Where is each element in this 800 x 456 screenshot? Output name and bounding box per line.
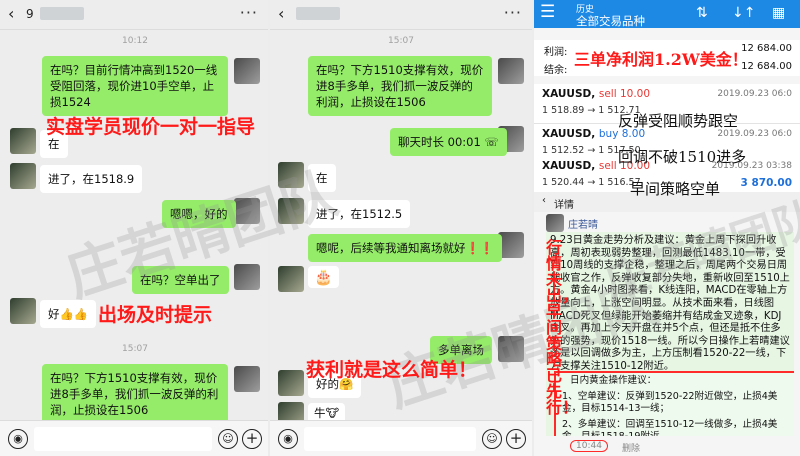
trade-profit: 3 870.00 [740,177,792,189]
annotation-exit-prompt: 出场及时提示 [98,304,213,326]
contact-name: 9 [26,7,34,21]
voice-icon[interactable]: ◉ [8,429,28,449]
annotation-simple: 获利就是这么简单！ [306,359,478,381]
emoji-icon[interactable]: ☺ [218,429,238,449]
message-input[interactable] [34,427,212,451]
header-title: 全部交易品种 [576,14,645,28]
message-input[interactable] [304,427,476,451]
profit-value: 12 684.00 [741,43,792,54]
avatar [10,163,36,189]
timestamp: 15:07 [388,36,414,46]
avatar [498,336,524,362]
message-bubble[interactable]: 在吗？下方1510支撑有效，现价进8手多单，我们抓一波反弹的利润，止损设在150… [42,364,228,424]
avatar [10,128,36,154]
message-bubble[interactable]: 在 [308,164,336,192]
strategy-long: 2、多单建议：回调至1510-12一线做多，止损4美金，目标1518-19附近。 [562,419,778,436]
trade-direction: sell 10.00 [598,88,651,100]
input-bar: ◉ ☺ + [270,420,532,456]
more-icon[interactable]: ··· [240,3,258,22]
chat-panel-2: ‹ ··· 15:07 在吗？下方1510支撑有效，现价进8手多单，我们抓一波反… [270,0,532,456]
message-bubble[interactable]: 在吗？下方1510支撑有效，现价进8手多单，我们抓一波反弹的利润，止损设在150… [308,56,492,116]
chat-panel-1: ‹ 9 ··· 10:12 在吗？目前行情冲高到1520一线受阻回落，现价进10… [0,0,268,456]
trade-date: 2019.09.23 06:0 [717,89,792,99]
annotation-coaching: 实盘学员现价一对一指导 [46,116,256,138]
calendar-icon[interactable]: ▦ [772,5,785,21]
annotation-strategy-first: 行情未出，早间策略已先行！ [546,238,579,417]
avatar [234,58,260,84]
back-arrow-icon[interactable]: ‹ [278,4,284,23]
strategy-box: 日内黄金操作建议： 1、空单建议：反弹到1520-22附近做空，止损4美金，目标… [554,371,794,436]
author-name: 庄若晴 [568,220,598,231]
avatar [498,58,524,84]
message-bubble[interactable]: 进了，在1518.9 [40,165,143,193]
avatar [546,214,564,232]
symbol-text: XAUUSD, [542,160,596,172]
more-icon[interactable]: ··· [504,3,522,22]
avatar [234,366,260,392]
avatar [234,198,260,224]
emoji-bubble[interactable]: 🎂 [308,266,339,288]
chat-header: ‹ ··· [270,0,532,30]
message-bubble[interactable]: 嗯呢，后续等我通知离场就好❗❗ [308,234,503,262]
symbol-text: XAUUSD, [542,88,596,100]
input-bar: ◉ ☺ + [0,420,268,456]
trade-header: ☰ 历史 全部交易品种 ⇅ ↓↑ ▦ [534,0,800,28]
message-bubble[interactable]: 好👍👍 [40,300,97,328]
annotation-follow-short: 反弹受阻顺势跟空 [618,112,739,130]
post-time: 10:44 [570,440,608,452]
balance-label: 结余: [544,65,568,76]
annotation-net-profit: 三单净利润1.2W美金！ [574,50,748,69]
symbol-text: XAUUSD, [542,128,596,140]
avatar [278,198,304,224]
sort-icon[interactable]: ↓↑ [732,5,755,21]
strategy-short: 1、空单建议：反弹到1520-22附近做空，止损4美金，目标1514-13一线； [562,391,778,414]
back-arrow-icon[interactable]: ☰ [540,2,555,22]
plus-icon[interactable]: + [506,429,526,449]
message-bubble[interactable]: 进了，在1512.5 [308,200,411,228]
screenshot-collage: ‹ 9 ··· 10:12 在吗？目前行情冲高到1520一线受阻回落，现价进10… [0,0,800,456]
trade-symbol: XAUUSD, sell 10.00 [542,88,650,100]
avatar [278,162,304,188]
emoji-icon[interactable]: ☺ [482,429,502,449]
analysis-text: 9.23日黄金走势分析及建议：黄金上周下探回升收高，周初表现弱势整理，回测最低1… [550,235,790,372]
back-arrow-icon[interactable]: ‹ [8,4,14,23]
exchange-icon[interactable]: ⇅ [696,5,708,21]
annotation-pullback-long: 回调不破1510进多 [618,148,747,166]
avatar [278,370,304,396]
timestamp: 15:07 [122,344,148,354]
chat-header: ‹ 9 ··· [0,0,268,30]
strategy-title: 日内黄金操作建议： [570,375,657,386]
blurred-name [296,7,340,20]
chevron-left-icon[interactable]: ‹ [542,195,546,206]
annotation-morning-short: 早间策略空单 [630,180,721,198]
call-duration-bubble[interactable]: 聊天时长 00:01 ☏ [390,128,507,156]
avatar [234,264,260,290]
detail-title: 详情 [554,200,574,211]
delete-link[interactable]: 删除 [622,441,640,454]
message-bubble[interactable]: 在吗？空单出了 [132,266,229,294]
plus-icon[interactable]: + [242,429,262,449]
avatar [10,298,36,324]
blurred-name [40,7,84,20]
timestamp: 10:12 [122,36,148,46]
avatar [278,266,304,292]
message-bubble[interactable]: 嗯嗯，好的 [162,200,236,228]
profit-label: 利润: [544,47,568,58]
message-bubble[interactable]: 在吗？目前行情冲高到1520一线受阻回落，现价进10手空单，止损1524 [42,56,228,116]
trade-prices: 1 520.44 → 1 516.57 [542,177,641,188]
analysis-post: 9.23日黄金走势分析及建议：黄金上周下探回升收高，周初表现弱势整理，回测最低1… [546,232,794,436]
voice-icon[interactable]: ◉ [278,429,298,449]
balance-value: 12 684.00 [741,61,792,72]
